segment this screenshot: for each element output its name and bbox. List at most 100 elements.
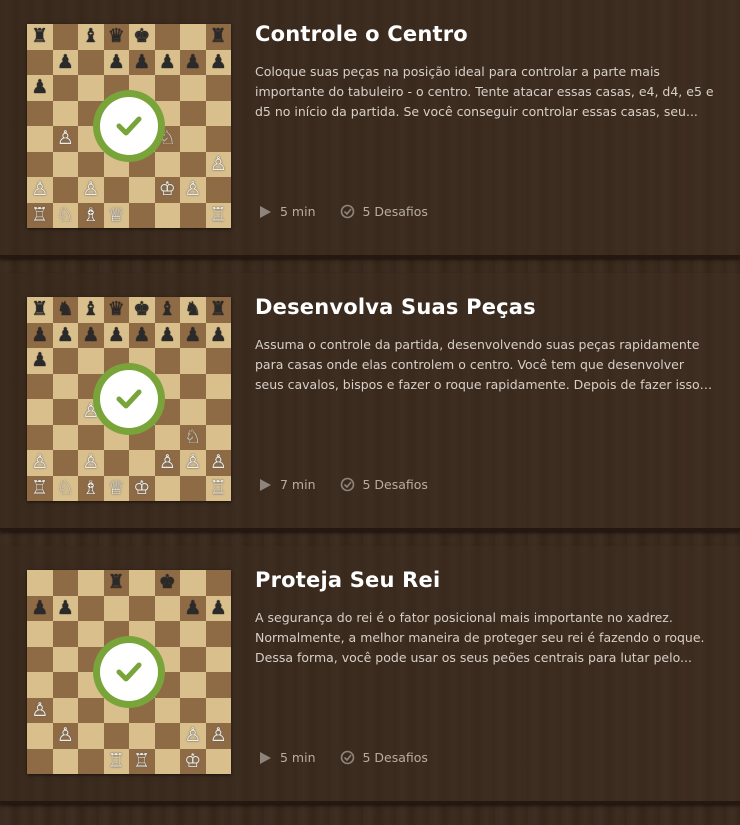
board-square: ♘: [52, 202, 78, 228]
black-pawn-icon: ♟: [209, 596, 227, 619]
board-square: ♟: [154, 49, 180, 75]
board-square: [154, 723, 180, 749]
board-square: [27, 126, 53, 152]
board-square: [52, 424, 78, 450]
lesson-card[interactable]: ♜♞♝♛♚♝♞♜♟♟♟♟♟♟♟♟♟♙♗♘♙♙♙♙♙♖♘♗♕♔♖Desenvolv…: [0, 273, 740, 531]
board-square: ♜: [27, 24, 53, 50]
board-square: [52, 621, 78, 647]
board-square: [27, 621, 53, 647]
board-square: [27, 672, 53, 698]
board-square: ♙: [27, 177, 53, 203]
board-square: [129, 450, 155, 476]
lesson-title[interactable]: Desenvolva Suas Peças: [255, 295, 536, 319]
lesson-description: Coloque suas peças na posição ideal para…: [255, 64, 714, 119]
board-square: ♙: [180, 450, 206, 476]
white-king-icon: ♔: [184, 749, 202, 772]
board-square: [205, 570, 231, 596]
board-square: ♛: [103, 24, 129, 50]
board-square: [27, 424, 53, 450]
white-rook-icon: ♖: [209, 203, 227, 226]
black-king-icon: ♚: [133, 298, 151, 321]
board-square: [205, 424, 231, 450]
board-square: [78, 748, 104, 774]
black-queen-icon: ♛: [107, 298, 125, 321]
white-pawn-icon: ♙: [209, 724, 227, 747]
board-square: ♕: [103, 475, 129, 501]
board-square: ♟: [205, 595, 231, 621]
white-rook-icon: ♖: [133, 749, 151, 772]
board-square: [205, 748, 231, 774]
board-square: [52, 373, 78, 399]
board-square: [52, 100, 78, 126]
board-square: [52, 450, 78, 476]
completed-badge-inner: [100, 97, 158, 155]
board-square: [27, 151, 53, 177]
black-king-icon: ♚: [133, 25, 151, 48]
board-square: ♝: [154, 297, 180, 323]
board-square: ♙: [205, 723, 231, 749]
black-pawn-icon: ♟: [31, 349, 49, 372]
black-pawn-icon: ♟: [133, 50, 151, 73]
completed-badge: [93, 363, 165, 435]
board-square: [27, 748, 53, 774]
board-square: ♜: [205, 24, 231, 50]
black-rook-icon: ♜: [209, 298, 227, 321]
board-square: ♟: [52, 322, 78, 348]
board-square: [78, 49, 104, 75]
board-square: ♟: [103, 322, 129, 348]
board-square: [180, 202, 206, 228]
board-square: ♞: [180, 297, 206, 323]
black-pawn-icon: ♟: [31, 76, 49, 99]
board-square: ♜: [27, 297, 53, 323]
lesson-card[interactable]: ♜ ♚ ♟ ♟ ♟ ♟ ♙ ♙ ♙ ♙ ♖ ♖ ♔ Proteja Seu Rei A segurança …: [0, 546, 740, 804]
white-pawn-icon: ♙: [209, 451, 227, 474]
white-pawn-icon: ♙: [31, 451, 49, 474]
board-square: ♘: [180, 424, 206, 450]
white-pawn-icon: ♙: [56, 127, 74, 150]
lesson-board-thumbnail[interactable]: ♜ ♚ ♟ ♟ ♟ ♟ ♙ ♙ ♙ ♙ ♖ ♖ ♔: [27, 570, 231, 774]
lesson-title[interactable]: Controle o Centro: [255, 22, 468, 46]
white-pawn-icon: ♙: [158, 451, 176, 474]
lesson-board-thumbnail[interactable]: ♜♝♛♚♜♟♟♟♟♟♟♟♙♙♘♙♙♙♔♙♖♘♗♕♖: [27, 24, 231, 228]
checkmark-icon: [116, 389, 142, 409]
white-pawn-icon: ♙: [184, 451, 202, 474]
board-square: [205, 399, 231, 425]
board-square: [103, 595, 129, 621]
lesson-board-thumbnail[interactable]: ♜♞♝♛♚♝♞♜♟♟♟♟♟♟♟♟♟♙♗♘♙♙♙♙♙♖♘♗♕♔♖: [27, 297, 231, 501]
board-square: [154, 348, 180, 374]
board-square: [180, 672, 206, 698]
board-square: [103, 177, 129, 203]
board-square: ♟: [78, 322, 104, 348]
white-bishop-icon: ♗: [82, 203, 100, 226]
checkmark-circle-icon: [340, 477, 355, 492]
white-pawn-icon: ♙: [56, 724, 74, 747]
board-square: [78, 697, 104, 723]
board-square: [52, 348, 78, 374]
board-square: [154, 202, 180, 228]
black-king-icon: ♚: [158, 571, 176, 594]
board-square: ♚: [129, 24, 155, 50]
board-square: ♔: [154, 177, 180, 203]
lesson-title[interactable]: Proteja Seu Rei: [255, 568, 440, 592]
board-square: [27, 399, 53, 425]
black-rook-icon: ♜: [31, 298, 49, 321]
board-square: [78, 595, 104, 621]
board-square: [154, 475, 180, 501]
lesson-challenges: 5 Desafios: [362, 204, 428, 219]
board-square: [180, 697, 206, 723]
board-square: [52, 646, 78, 672]
board-square: [205, 177, 231, 203]
board-square: [27, 570, 53, 596]
board-square: [154, 75, 180, 101]
lesson-card[interactable]: ♜♝♛♚♜♟♟♟♟♟♟♟♙♙♘♙♙♙♔♙♖♘♗♕♖Controle o Cent…: [0, 0, 740, 258]
board-square: [154, 151, 180, 177]
white-rook-icon: ♖: [31, 476, 49, 499]
board-square: ♖: [27, 202, 53, 228]
black-rook-icon: ♜: [31, 25, 49, 48]
board-square: [180, 24, 206, 50]
white-pawn-icon: ♙: [82, 451, 100, 474]
board-square: ♟: [205, 322, 231, 348]
lesson-description: A segurança do rei é o fator posicional …: [255, 610, 705, 665]
black-pawn-icon: ♟: [184, 50, 202, 73]
board-square: ♙: [52, 723, 78, 749]
